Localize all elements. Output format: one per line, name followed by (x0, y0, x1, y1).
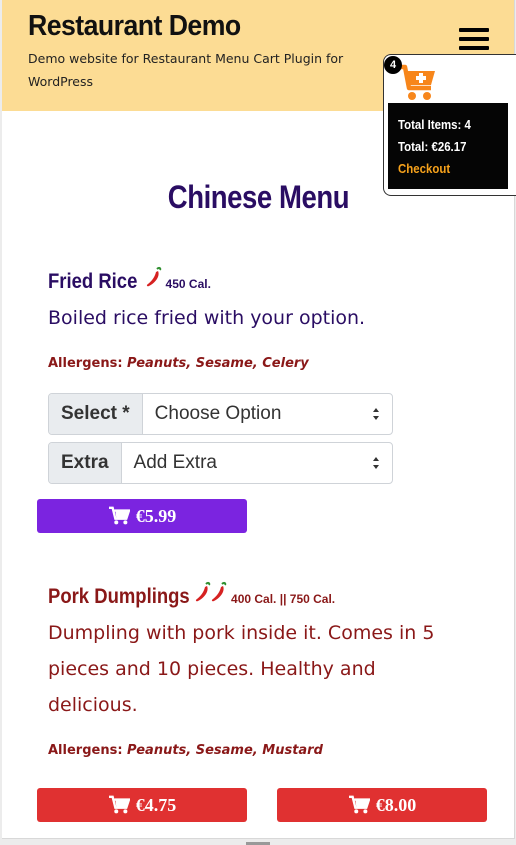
site-description: Demo website for Restaurant Menu Cart Pl… (28, 51, 344, 89)
add-to-cart-button[interactable]: €8.00 (277, 788, 487, 822)
item-name: Pork Dumplings (48, 585, 190, 608)
select-value[interactable]: Choose Option (143, 394, 392, 434)
chili-icon (211, 581, 227, 602)
item-allergens: Allergens: Peanuts, Sesame, Celery (48, 356, 309, 371)
menu-heading-text: Chinese Menu (167, 179, 349, 215)
cart-count-badge: 4 (384, 56, 402, 74)
item-calories: 450 Cal. (165, 277, 211, 291)
item-name: Fried Rice (48, 270, 138, 293)
cart-total-items: Total Items: 4 (398, 117, 471, 132)
item-description: Boiled rice fried with your option. (48, 307, 366, 329)
price-label: €4.75 (135, 794, 177, 815)
price-label: €8.00 (375, 794, 417, 815)
add-to-cart-button[interactable]: €4.75 (37, 788, 247, 822)
item-calories: 400 Cal. || 750 Cal. (231, 592, 336, 606)
option-select[interactable]: Select * Choose Option (48, 393, 393, 435)
site-title[interactable]: Restaurant Demo (28, 10, 241, 43)
hamburger-icon[interactable] (459, 28, 489, 54)
extra-value[interactable]: Add Extra (122, 443, 392, 483)
floating-cart[interactable]: 4 Total Items: 4 Total: €26.17 Checkout (383, 54, 516, 196)
select-value-text: Choose Option (154, 403, 282, 424)
hamburger-line (459, 37, 489, 41)
sort-arrows-icon (373, 457, 379, 469)
item-title: Pork Dumplings 400 Cal. || 750 Cal. (48, 581, 335, 609)
select-label: Select * (49, 394, 143, 434)
cart-icon (108, 795, 130, 814)
item-title: Fried Rice 450 Cal. (48, 266, 211, 294)
menu-item: Fried Rice 450 Cal. (48, 266, 211, 294)
hamburger-line (459, 28, 489, 32)
sort-arrows-icon (373, 408, 379, 420)
add-to-cart-button[interactable]: €5.99 (37, 499, 247, 533)
chili-icon (146, 266, 161, 287)
item-allergens: Allergens: Peanuts, Sesame, Mustard (48, 743, 323, 758)
hamburger-line (459, 46, 489, 50)
price-label: €5.99 (135, 505, 177, 526)
cart-summary: Total Items: 4 Total: €26.17 Checkout (388, 103, 508, 189)
allergens-list: Peanuts, Sesame, Mustard (127, 743, 323, 758)
cart-icon (348, 795, 370, 814)
extra-label: Extra (49, 443, 122, 483)
item-description: Dumpling with pork inside it. Comes in 5… (48, 622, 435, 716)
cart-icon (108, 506, 130, 525)
extra-select[interactable]: Extra Add Extra (48, 442, 393, 484)
allergens-label: Allergens: (48, 356, 123, 371)
chili-icon (195, 581, 211, 602)
cart-total: Total: €26.17 (398, 139, 467, 154)
menu-item: Pork Dumplings 400 Cal. || 750 Cal. (48, 581, 335, 609)
checkout-link[interactable]: Checkout (398, 158, 495, 180)
allergens-list: Peanuts, Sesame, Celery (127, 356, 309, 371)
allergens-label: Allergens: (48, 743, 123, 758)
extra-value-text: Add Extra (133, 452, 217, 473)
